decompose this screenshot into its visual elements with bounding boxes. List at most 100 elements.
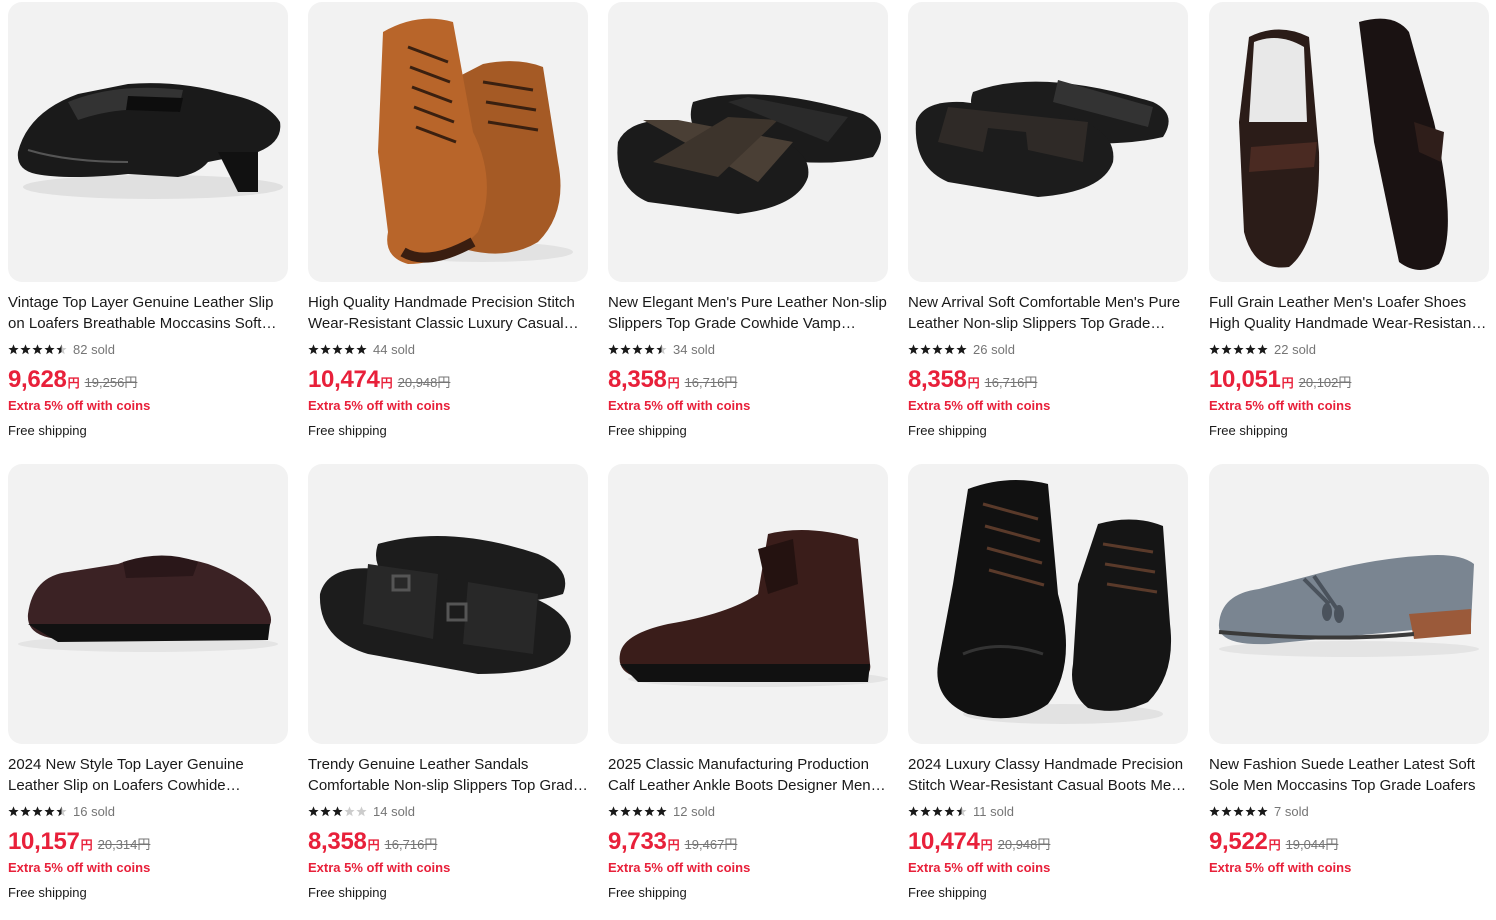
product-card[interactable]: New Elegant Men's Pure Leather Non-slip … (608, 2, 889, 438)
rating-stars (308, 343, 368, 355)
product-title[interactable]: High Quality Handmade Precision Stitch W… (308, 293, 589, 334)
star-icon (344, 805, 355, 816)
star-icon (308, 805, 319, 816)
star-icon (20, 343, 31, 354)
star-icon (656, 805, 667, 816)
currency-symbol: 円 (1281, 376, 1294, 390)
price-row: 9,522 円 19,044円 (1209, 828, 1490, 856)
star-icon (1233, 343, 1244, 354)
star-icon (344, 343, 355, 354)
product-image-chukka-boot[interactable] (608, 464, 888, 744)
product-rating: 7 sold (1209, 803, 1490, 819)
sale-price: 10,051 (1209, 366, 1281, 393)
coins-promo: Extra 5% off with coins (8, 860, 151, 875)
sold-count: 26 sold (973, 341, 1015, 357)
shipping-info: Free shipping (608, 423, 687, 438)
star-icon (920, 805, 931, 816)
product-card[interactable]: Vintage Top Layer Genuine Leather Slip o… (8, 2, 289, 438)
sale-price: 8,358 (908, 366, 967, 393)
product-title[interactable]: Trendy Genuine Leather Sandals Comfortab… (308, 755, 589, 796)
star-icon (20, 805, 31, 816)
sold-count: 7 sold (1274, 803, 1309, 819)
original-price: 20,948円 (397, 375, 451, 390)
sale-price: 8,358 (608, 366, 667, 393)
currency-symbol: 円 (667, 376, 680, 390)
product-title[interactable]: New Arrival Soft Comfortable Men's Pure … (908, 293, 1189, 334)
product-image-buckle-slides[interactable] (308, 464, 588, 744)
star-icon (932, 805, 943, 816)
original-price: 20,948円 (997, 837, 1051, 852)
product-title[interactable]: Vintage Top Layer Genuine Leather Slip o… (8, 293, 289, 334)
star-icon (320, 805, 331, 816)
product-rating: 44 sold (308, 341, 589, 357)
coins-promo: Extra 5% off with coins (308, 860, 451, 875)
shipping-info: Free shipping (8, 423, 87, 438)
product-title[interactable]: 2025 Classic Manufacturing Production Ca… (608, 755, 889, 796)
product-card[interactable]: 2024 New Style Top Layer Genuine Leather… (8, 464, 289, 900)
coins-promo: Extra 5% off with coins (908, 860, 1051, 875)
star-icon (644, 343, 655, 354)
sold-count: 44 sold (373, 341, 415, 357)
product-card[interactable]: 2025 Classic Manufacturing Production Ca… (608, 464, 889, 900)
product-title[interactable]: New Elegant Men's Pure Leather Non-slip … (608, 293, 889, 334)
star-icon (944, 343, 955, 354)
star-icon (1209, 805, 1220, 816)
product-image-h-strap-slides[interactable] (908, 2, 1188, 282)
price-row: 10,474 円 20,948円 (308, 366, 589, 394)
sale-price: 10,157 (8, 828, 80, 855)
product-image-grey-suede-tassel-loafer[interactable] (1209, 464, 1489, 744)
original-price: 16,716円 (384, 837, 438, 852)
product-card[interactable]: New Arrival Soft Comfortable Men's Pure … (908, 2, 1189, 438)
price-row: 10,051 円 20,102円 (1209, 366, 1490, 394)
product-title[interactable]: Full Grain Leather Men's Loafer Shoes Hi… (1209, 293, 1490, 334)
rating-stars (608, 805, 668, 817)
product-image-black-lace-up-boots[interactable] (908, 464, 1188, 744)
shipping-info: Free shipping (908, 423, 987, 438)
price-row: 9,628 円 19,256円 (8, 366, 289, 394)
currency-symbol: 円 (80, 838, 93, 852)
product-title[interactable]: 2024 Luxury Classy Handmade Precision St… (908, 755, 1189, 796)
product-card[interactable]: High Quality Handmade Precision Stitch W… (308, 2, 589, 438)
star-icon (356, 343, 367, 354)
product-image-black-penny-loafer[interactable] (8, 2, 288, 282)
rating-stars (8, 343, 68, 355)
price-row: 8,358 円 16,716円 (608, 366, 889, 394)
rating-stars (908, 805, 968, 817)
star-icon (8, 805, 19, 816)
sale-price: 8,358 (308, 828, 367, 855)
price-row: 8,358 円 16,716円 (908, 366, 1189, 394)
price-row: 10,474 円 20,948円 (908, 828, 1189, 856)
product-image-tan-lace-up-boots[interactable] (308, 2, 588, 282)
original-price: 19,467円 (684, 837, 738, 852)
price-row: 9,733 円 19,467円 (608, 828, 889, 856)
product-image-lug-sole-loafers[interactable] (1209, 2, 1489, 282)
product-card[interactable]: Trendy Genuine Leather Sandals Comfortab… (308, 464, 589, 900)
star-icon (1233, 805, 1244, 816)
sold-count: 34 sold (673, 341, 715, 357)
product-card[interactable]: New Fashion Suede Leather Latest Soft So… (1209, 464, 1490, 885)
rating-stars (908, 343, 968, 355)
product-title[interactable]: 2024 New Style Top Layer Genuine Leather… (8, 755, 289, 796)
shipping-info: Free shipping (308, 423, 387, 438)
product-image-cross-strap-slides[interactable] (608, 2, 888, 282)
sold-count: 16 sold (73, 803, 115, 819)
rating-stars (8, 805, 68, 817)
star-icon (632, 343, 643, 354)
product-card[interactable]: Full Grain Leather Men's Loafer Shoes Hi… (1209, 2, 1490, 438)
product-image-brown-penny-loafer[interactable] (8, 464, 288, 744)
shipping-info: Free shipping (8, 885, 87, 900)
star-icon (320, 343, 331, 354)
coins-promo: Extra 5% off with coins (608, 398, 751, 413)
star-icon (620, 805, 631, 816)
product-title[interactable]: New Fashion Suede Leather Latest Soft So… (1209, 755, 1490, 796)
rating-stars (608, 343, 668, 355)
sold-count: 12 sold (673, 803, 715, 819)
sale-price: 9,522 (1209, 828, 1268, 855)
product-rating: 12 sold (608, 803, 889, 819)
product-card[interactable]: 2024 Luxury Classy Handmade Precision St… (908, 464, 1189, 900)
product-rating: 14 sold (308, 803, 589, 819)
star-icon (44, 343, 55, 354)
currency-symbol: 円 (367, 838, 380, 852)
shipping-info: Free shipping (908, 885, 987, 900)
star-icon (1257, 343, 1268, 354)
